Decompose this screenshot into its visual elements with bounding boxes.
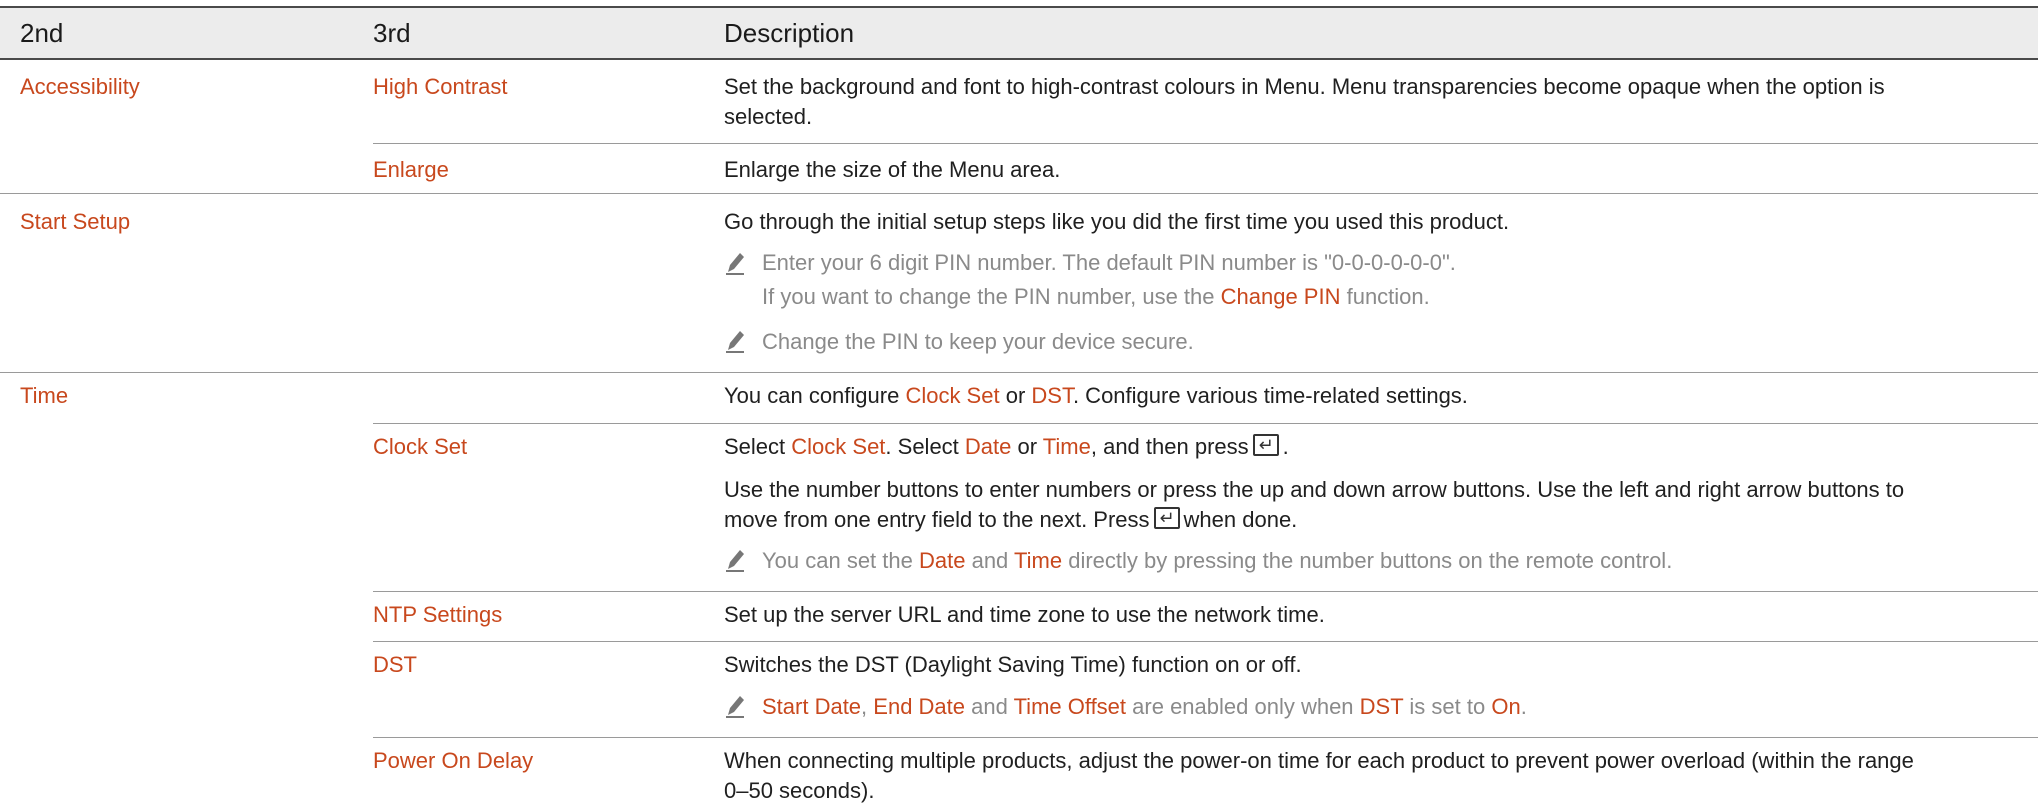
start-setup-note1-line1: Enter your 6 digit PIN number. The defau…	[762, 250, 1456, 275]
date-link: Date	[918, 548, 966, 573]
pencil-note-icon	[726, 253, 744, 275]
clock-set-desc2-line1: Use the number buttons to enter numbers …	[724, 477, 1905, 502]
change-pin-link: Change PIN	[1220, 284, 1341, 309]
note-text: directly by pressing the number buttons …	[1062, 548, 1673, 573]
row-label-enlarge: Enlarge	[373, 157, 449, 182]
time-desc: You can configure Clock Set or DST. Conf…	[724, 381, 1468, 411]
row-label-start-setup: Start Setup	[20, 209, 131, 234]
high-contrast-desc-line2: selected.	[724, 104, 813, 129]
pencil-note-icon	[726, 696, 744, 718]
power-on-delay-desc-line2: 0–50 seconds).	[724, 778, 875, 803]
desc-text: or	[1011, 434, 1043, 459]
time-link: Time	[1014, 548, 1063, 573]
row-divider	[373, 737, 2038, 738]
note-text: If you want to change the PIN number, us…	[762, 284, 1221, 309]
desc-text: , and then press	[1090, 434, 1249, 459]
row-divider	[373, 641, 2038, 642]
clock-set-link: Clock Set	[905, 383, 1000, 408]
desc-text: .	[1282, 434, 1289, 459]
row-label-accessibility: Accessibility	[20, 74, 140, 99]
table-header-row	[0, 8, 2038, 58]
clock-set-desc1: Select Clock Set. Select Date or Time, a…	[724, 430, 1289, 462]
pencil-note-icon	[726, 550, 744, 572]
desc-text: You can configure	[724, 383, 906, 408]
desc-text: . Configure various time-related setting…	[1072, 383, 1468, 408]
note-text: and	[965, 548, 1015, 573]
enter-key-icon	[1252, 430, 1279, 460]
enlarge-desc: Enlarge the size of the Menu area.	[724, 157, 1061, 182]
start-setup-note1-line2: If you want to change the PIN number, us…	[762, 282, 1430, 312]
time-offset-link: Time Offset	[1013, 694, 1127, 719]
row-label-time: Time	[20, 383, 69, 408]
start-date-link: Start Date	[762, 694, 862, 719]
header-bottom-rule	[0, 58, 2038, 60]
start-setup-note2: Change the PIN to keep your device secur…	[762, 329, 1194, 354]
dst-link: DST	[1031, 383, 1073, 408]
desc-text: move from one entry field to the next. P…	[724, 507, 1150, 532]
clock-set-desc2-line2: move from one entry field to the next. P…	[724, 503, 1298, 535]
enter-key-icon	[1153, 503, 1180, 533]
note-text: You can set the	[762, 548, 919, 573]
header-col-description: Description	[724, 18, 855, 48]
row-divider	[373, 423, 2038, 424]
row-label-power-on-delay: Power On Delay	[373, 748, 534, 773]
row-divider	[724, 143, 2038, 144]
dst-link: DST	[1359, 694, 1404, 719]
end-date-link: End Date	[873, 694, 966, 719]
note-text: .	[1520, 694, 1527, 719]
desc-text: Select	[724, 434, 792, 459]
dst-desc: Switches the DST (Daylight Saving Time) …	[724, 652, 1302, 677]
desc-text: . Select	[885, 434, 965, 459]
ntp-desc: Set up the server URL and time zone to u…	[724, 602, 1325, 627]
clock-set-link: Clock Set	[791, 434, 886, 459]
note-text: and	[965, 694, 1014, 719]
desc-text: or	[999, 383, 1032, 408]
row-label-dst: DST	[373, 652, 417, 677]
power-on-delay-desc-line1: When connecting multiple products, adjus…	[724, 748, 1914, 773]
row-label-high-contrast: High Contrast	[373, 74, 508, 99]
note-text: are enabled only when	[1126, 694, 1360, 719]
note-text: ,	[861, 694, 874, 719]
time-link: Time	[1042, 434, 1091, 459]
row-label-clock-set: Clock Set	[373, 434, 468, 459]
clock-set-note: You can set the Date and Time directly b…	[762, 546, 1672, 576]
note-text: function.	[1340, 284, 1430, 309]
row-divider	[373, 591, 2038, 592]
date-link: Date	[964, 434, 1012, 459]
row-divider	[373, 143, 724, 144]
start-setup-desc: Go through the initial setup steps like …	[724, 209, 1510, 234]
row-divider	[0, 193, 2038, 194]
dst-note: Start Date, End Date and Time Offset are…	[762, 692, 1527, 722]
row-label-ntp-settings: NTP Settings	[373, 602, 503, 627]
row-divider	[0, 372, 2038, 373]
header-col-3rd: 3rd	[373, 18, 411, 48]
note-text: is set to	[1403, 694, 1492, 719]
desc-text: when done.	[1183, 507, 1298, 532]
pencil-note-icon	[726, 331, 744, 353]
on-link: On	[1491, 694, 1521, 719]
high-contrast-desc-line1: Set the background and font to high-cont…	[724, 74, 1885, 99]
header-col-2nd: 2nd	[20, 18, 64, 48]
